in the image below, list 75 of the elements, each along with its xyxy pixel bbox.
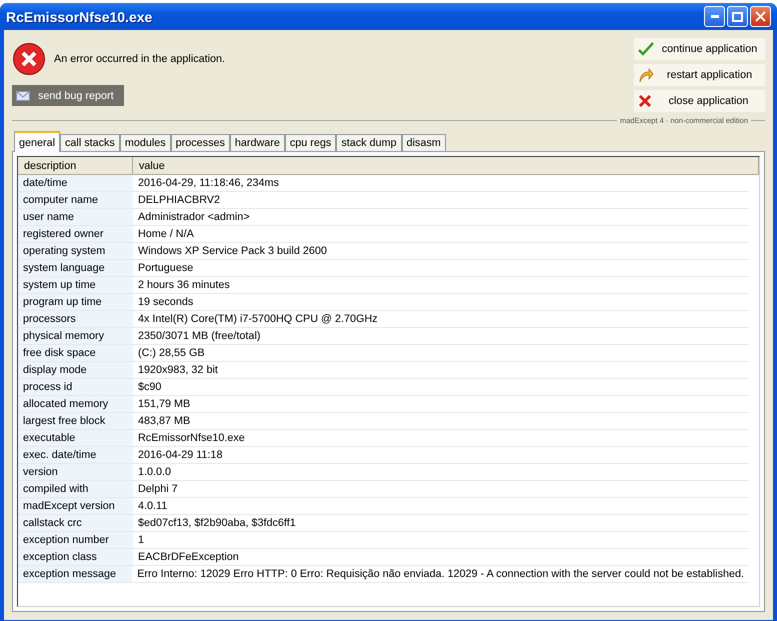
column-header[interactable]: description <box>18 157 133 174</box>
table-cell: allocated memory <box>18 396 133 412</box>
tab[interactable]: disasm <box>402 134 446 152</box>
table-cell-text: $ed07cf13, $f2b90aba, $3fdc6ff1 <box>137 516 297 531</box>
minimize-button[interactable] <box>704 6 725 27</box>
table-cell-text: 19 seconds <box>137 295 194 310</box>
table-cell: physical memory <box>18 328 133 344</box>
tab[interactable]: general <box>14 131 60 152</box>
table-cell: exception class <box>18 549 133 565</box>
table-cell-text: 2350/3071 MB (free/total) <box>137 329 262 344</box>
table-cell: compiled with <box>18 481 133 497</box>
tab[interactable]: hardware <box>230 134 285 152</box>
table-cell-text: 1920x983, 32 bit <box>137 363 219 378</box>
table-cell-text: Erro Interno: 12029 Erro HTTP: 0 Erro: Requisição não enviada. 12029 - A connection with the server could not be established. <box>136 567 745 582</box>
table-cell-text: Portuguese <box>137 261 194 276</box>
table-cell-text: 2 hours 36 minutes <box>137 278 231 293</box>
maximize-icon <box>732 12 743 22</box>
table-cell-text: Administrador <admin> <box>137 210 251 225</box>
close-icon <box>638 94 652 108</box>
table-cell: process id <box>18 379 133 395</box>
table-cell-text: Windows XP Service Pack 3 build 2600 <box>137 244 328 259</box>
table-cell-text: 1.0.0.0 <box>137 465 172 480</box>
tab[interactable]: cpu regs <box>284 134 336 152</box>
table-cell: exec. date/time <box>18 447 133 463</box>
table-cell: madExcept version <box>18 498 133 514</box>
table-cell-text: Home / N/A <box>137 227 195 242</box>
table-cell: version <box>18 464 133 480</box>
error-message: An error occurred in the application. <box>54 53 226 65</box>
table-cell: system language <box>18 260 133 276</box>
table-cell-text: 2016-04-29 11:18 <box>137 448 224 463</box>
table-cell: date/time <box>18 175 133 191</box>
table-cell-text: 1 <box>137 533 146 548</box>
table-cell: program up time <box>18 294 133 310</box>
table-cell-text: 4.0.11 <box>137 499 168 514</box>
table-cell: system up time <box>18 277 133 293</box>
table-cell-text: 4x Intel(R) Core(TM) i7-5700HQ CPU @ 2.70GHz <box>137 312 379 327</box>
tab[interactable]: stack dump <box>336 134 402 152</box>
table-cell-text: 151,79 MB <box>137 397 192 412</box>
table-cell-text: RcEmissorNfse10.exe <box>137 431 246 446</box>
action-button[interactable]: close application <box>634 90 765 112</box>
table-cell-text: (C:) 28,55 GB <box>137 346 206 361</box>
table-cell: executable <box>18 430 133 446</box>
table-cell: operating system <box>18 243 133 259</box>
table-cell: free disk space <box>18 345 133 361</box>
table-cell: largest free block <box>18 413 133 429</box>
table-cell: exception message <box>18 566 132 582</box>
tab[interactable]: call stacks <box>60 134 120 152</box>
tab[interactable]: modules <box>120 134 171 152</box>
close-icon <box>755 11 766 22</box>
table-cell: callstack crc <box>18 515 133 531</box>
error-icon <box>12 42 46 76</box>
maximize-button[interactable] <box>727 6 748 27</box>
table-cell-text: DELPHIACBRV2 <box>137 193 222 208</box>
table-cell: computer name <box>18 192 133 208</box>
tab[interactable]: processes <box>170 134 230 152</box>
curved-arrow-icon <box>638 67 654 83</box>
table-cell: exception number <box>18 532 133 548</box>
table-cell: registered owner <box>18 226 133 242</box>
table-cell-text: 483,87 MB <box>137 414 192 429</box>
checkmark-icon <box>638 42 654 56</box>
table-cell-text: 2016-04-29, 11:18:46, 234ms <box>137 176 280 191</box>
table-cell: user name <box>18 209 133 225</box>
minimize-icon <box>710 15 718 18</box>
table-cell-text: $c90 <box>137 380 162 395</box>
table-cell: display mode <box>18 362 133 378</box>
table-cell-text: EACBrDFeException <box>137 550 240 565</box>
envelope-icon <box>16 90 30 100</box>
send-bug-report-button[interactable]: send bug report <box>12 85 124 106</box>
close-button[interactable] <box>750 6 771 27</box>
action-button[interactable]: restart application <box>634 64 765 86</box>
action-button[interactable]: continue application <box>634 38 765 60</box>
column-header[interactable]: value <box>133 157 759 174</box>
table-cell-text: Delphi 7 <box>137 482 179 497</box>
window-title: RcEmissorNfse10.exe <box>6 8 152 24</box>
table-cell: processors <box>18 311 133 327</box>
